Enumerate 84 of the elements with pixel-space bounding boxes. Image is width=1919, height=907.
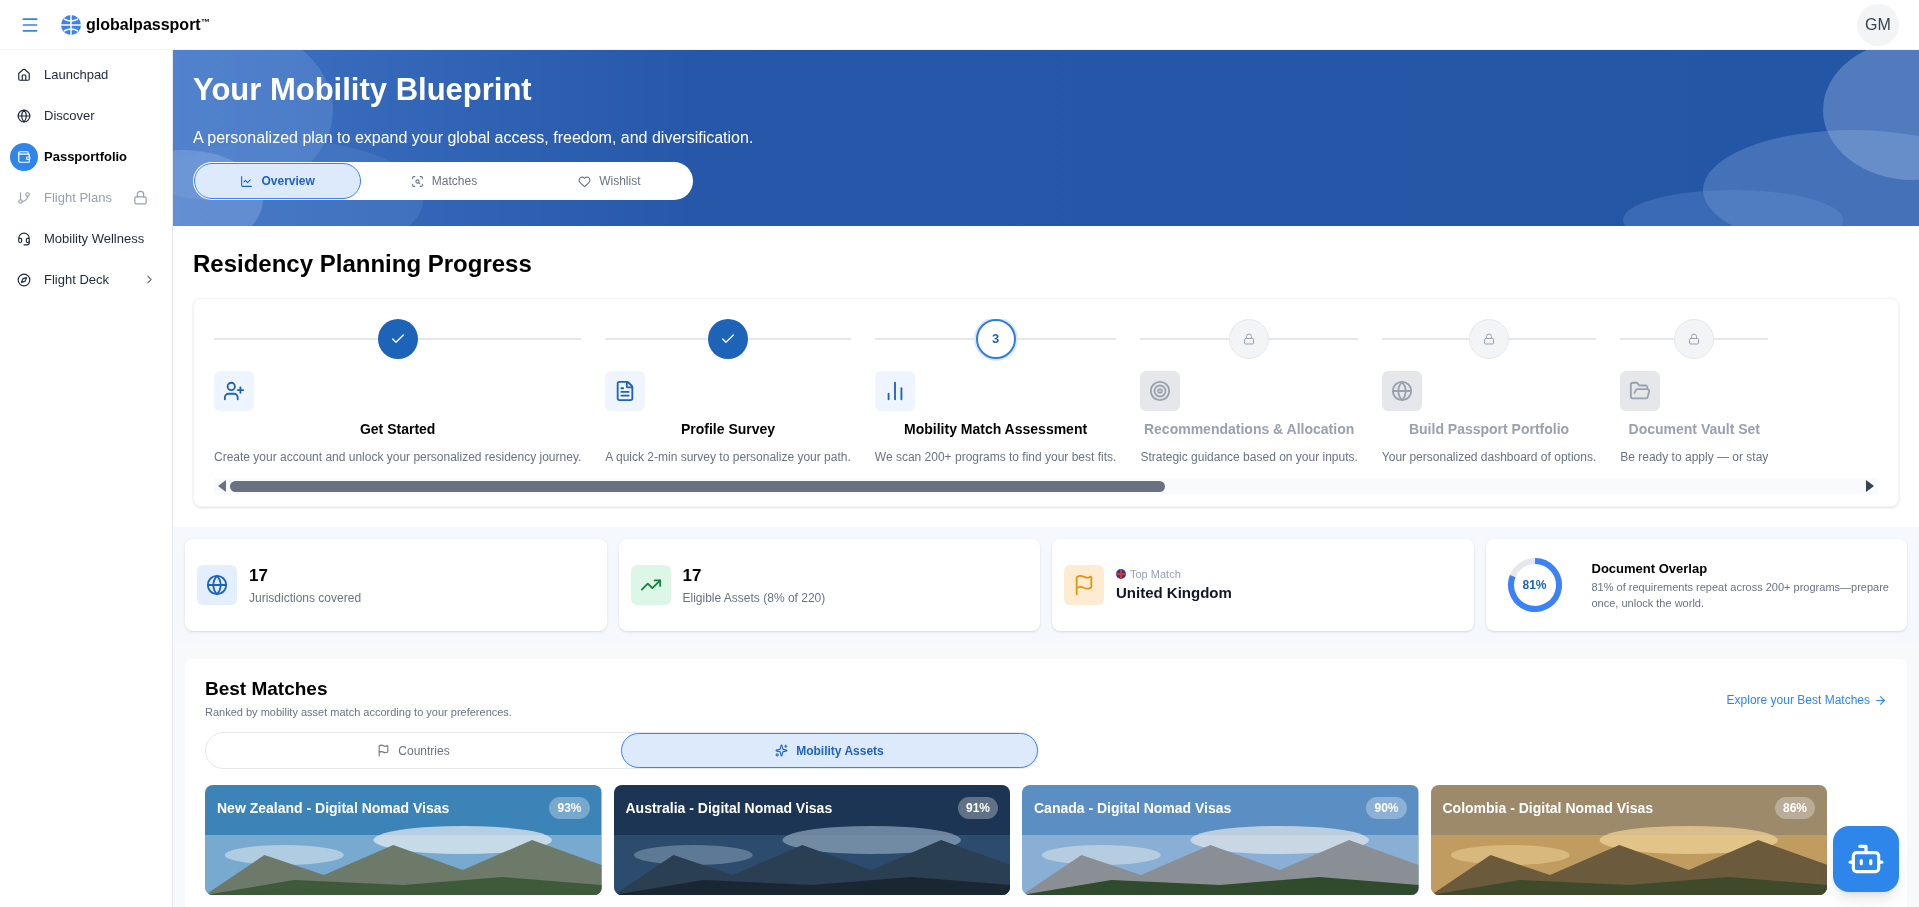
globe-icon [16, 107, 32, 124]
view-tab[interactable]: Overview [194, 163, 362, 199]
stat-value: United Kingdom [1116, 583, 1232, 603]
sidebar-label: Launchpad [44, 65, 109, 84]
step-title: Get Started [359, 420, 436, 439]
wallet-icon [10, 142, 38, 171]
heart-icon [578, 174, 592, 188]
arrow-right-icon [1874, 693, 1887, 707]
sidebar-item[interactable]: Passportfolio [0, 136, 172, 177]
sidebar-label: Passportfolio [44, 147, 128, 166]
brand-name: globalpassport$^{™}$ [86, 14, 210, 35]
stat-value: 17 [249, 565, 269, 588]
match-card-title: New Zealand - Digital Nomad Visas [217, 798, 450, 818]
lock-icon [1483, 333, 1496, 345]
folder-icon [1620, 371, 1661, 411]
stat-label: Jurisdictions covered [249, 589, 362, 607]
match-score: 93% [549, 797, 590, 819]
match-card[interactable]: Colombia - Digital Nomad Visas 86% [1430, 785, 1827, 895]
step-description: Your personalized dashboard of options. [1381, 449, 1597, 466]
branch-icon [16, 189, 32, 206]
explore-link[interactable]: Explore your Best Matches [1726, 691, 1887, 709]
match-card[interactable]: Australia - Digital Nomad Visas 91% [613, 785, 1010, 895]
sidebar-label: Flight Plans [44, 188, 112, 207]
stat-description: 81% of requirements repeat across 200+ programs—prepare once, unlock the world. [1591, 579, 1890, 611]
match-card-title: Canada - Digital Nomad Visas [1034, 798, 1232, 818]
lock-icon [1243, 333, 1256, 345]
step-title: Mobility Match Assessment [904, 420, 1088, 439]
target-icon [1140, 371, 1181, 411]
match-card[interactable]: Canada - Digital Nomad Visas 90% [1022, 785, 1419, 895]
scan-icon [410, 174, 424, 188]
line-chart-icon [240, 174, 254, 188]
match-score: 90% [1366, 797, 1407, 819]
sidebar-item[interactable]: Discover [0, 95, 172, 136]
flag-dot-icon [1116, 568, 1126, 579]
section-title: Best Matches [205, 677, 329, 701]
step-description: Create your account and unlock your personalized residency journey. [214, 449, 582, 466]
ring-reading: 81% [1521, 577, 1548, 594]
match-card[interactable]: New Zealand - Digital Nomad Visas 93% [205, 785, 602, 895]
match-tab[interactable]: Countries [206, 733, 621, 768]
step-title: Document Vault Set [1628, 420, 1760, 439]
match-score: 91% [957, 797, 998, 819]
sidebar-label: Mobility Wellness [44, 229, 145, 248]
sidebar-item[interactable]: Mobility Wellness [0, 218, 172, 259]
user-avatar[interactable]: GM [1857, 3, 1899, 46]
step-description: Be ready to apply — or stay [1620, 449, 1769, 466]
sidebar-label: Flight Deck [44, 270, 110, 289]
view-tab[interactable]: Matches [361, 163, 527, 199]
sidebar-item[interactable]: Flight Plans [0, 177, 172, 218]
bar-chart-icon [874, 371, 915, 411]
globe-icon [1381, 371, 1422, 411]
user-plus-icon [214, 371, 254, 411]
match-score: 86% [1774, 797, 1815, 819]
hero-title: Your Mobility Blueprint [193, 71, 533, 109]
sparkles-icon [775, 744, 789, 757]
sidebar-item[interactable]: Launchpad [0, 54, 172, 95]
stat-value: 17 [682, 565, 703, 588]
hero-subtitle: A personalized plan to expand your global access, freedom, and diversification. [193, 128, 755, 148]
step-description: A quick 2-min survey to personalize your path. [605, 449, 851, 466]
match-card-title: Colombia - Digital Nomad Visas [1442, 798, 1654, 818]
sidebar-label: Discover [44, 106, 95, 125]
lock-icon [1688, 333, 1701, 345]
section-subtitle: Ranked by mobility asset match according to your preferences. [205, 704, 512, 720]
home-icon [16, 66, 32, 83]
headset-icon [16, 230, 32, 247]
match-card-title: Australia - Digital Nomad Visas [625, 798, 833, 818]
globe-logo-icon [60, 13, 82, 36]
document-icon [605, 371, 646, 411]
section-title: Residency Planning Progress [193, 249, 533, 279]
stat-title: Document Overlap [1591, 560, 1709, 579]
step-description: We scan 200+ programs to find your best fits. [874, 449, 1117, 466]
compass-icon [16, 271, 32, 288]
flag-icon [377, 744, 391, 757]
step-title: Profile Survey [681, 420, 776, 439]
lock-icon [133, 190, 148, 205]
sidebar-item[interactable]: Flight Deck [0, 259, 172, 300]
stat-label: Eligible Assets (8% of 220) [682, 589, 826, 607]
chatbot-button[interactable] [1833, 826, 1899, 892]
step-description: Strategic guidance based on your inputs. [1140, 449, 1358, 466]
match-tab[interactable]: Mobility Assets [621, 733, 1038, 768]
step-title: Recommendations & Allocation [1143, 420, 1355, 439]
step-title: Build Passport Portfolio [1408, 420, 1570, 439]
stat-caption: Top Match [1130, 566, 1181, 582]
step-number-marker: 3 [975, 319, 1016, 359]
view-tab[interactable]: Wishlist [526, 163, 692, 199]
